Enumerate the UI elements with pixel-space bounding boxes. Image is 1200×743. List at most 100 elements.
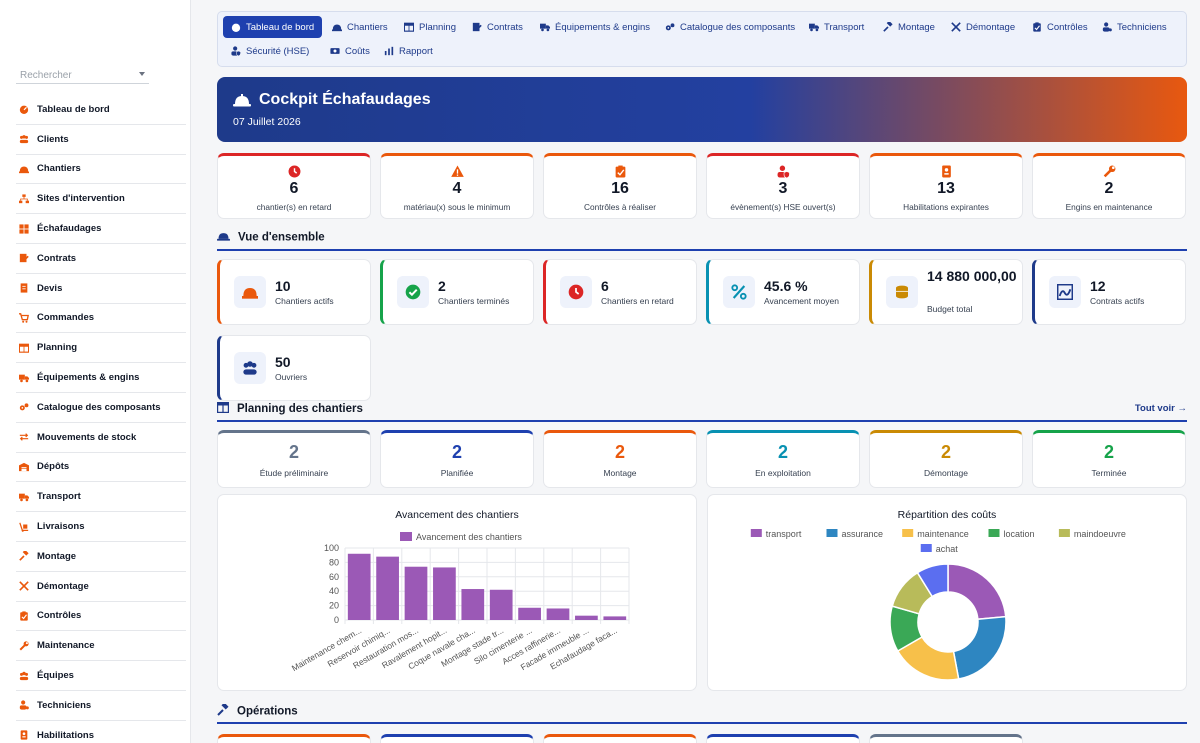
y-tick-label: 100: [324, 543, 339, 553]
planning-phase-card[interactable]: 2 En exploitation: [706, 430, 860, 488]
nav-tab-label: Transport: [824, 21, 865, 33]
y-tick-label: 40: [329, 586, 339, 596]
alert-card[interactable]: 2 Engins en maintenance: [1032, 153, 1186, 219]
legend-label: location: [1004, 529, 1035, 539]
people-icon: [19, 671, 29, 681]
stat-label: Chantiers actifs: [275, 296, 334, 306]
sidebar-item[interactable]: Équipements & engins: [16, 363, 186, 393]
legend-swatch: [920, 544, 932, 552]
alert-card[interactable]: 4 matériau(x) sous le minimum: [380, 153, 534, 219]
nav-tab[interactable]: Transport: [801, 16, 872, 38]
nav-tab[interactable]: Coûts: [322, 40, 378, 62]
money-icon: [330, 46, 340, 56]
alert-value: 16: [611, 180, 629, 197]
stat-label: Contrats actifs: [1090, 296, 1145, 306]
operation-card: [380, 734, 534, 743]
grid-icon: [19, 223, 29, 234]
cogs-icon: [19, 402, 29, 412]
sidebar-item[interactable]: Sites d'intervention: [16, 184, 186, 215]
sidebar-item[interactable]: Techniciens: [16, 691, 186, 721]
nav-tab[interactable]: Techniciens: [1094, 16, 1175, 38]
sidebar-item-label: Techniciens: [37, 699, 92, 711]
sidebar-item[interactable]: Maintenance: [16, 631, 186, 662]
nav-tab[interactable]: Contrôles: [1024, 16, 1096, 38]
sidebar-item[interactable]: Chantiers: [16, 155, 186, 185]
nav-tab-label: Équipements & engins: [555, 21, 651, 33]
phase-label: Étude préliminaire: [259, 468, 329, 478]
sidebar-item[interactable]: Mouvements de stock: [16, 423, 186, 453]
legend-label: transport: [766, 529, 802, 539]
alert-card[interactable]: 3 évènement(s) HSE ouvert(s): [706, 153, 860, 219]
sidebar-item[interactable]: Planning: [16, 333, 186, 364]
sidebar-item[interactable]: Tableau de bord: [16, 95, 186, 125]
alert-card[interactable]: 6 chantier(s) en retard: [217, 153, 371, 219]
sidebar-item[interactable]: Dépôts: [16, 453, 186, 483]
sitemap-icon: [19, 194, 29, 204]
nav-tab[interactable]: Planning: [396, 16, 464, 38]
nav-tab[interactable]: Contrats: [464, 16, 531, 38]
sidebar-item[interactable]: Commandes: [16, 304, 186, 334]
bar: [518, 607, 541, 620]
phase-count: 2: [1103, 442, 1114, 462]
sidebar-item-label: Transport: [37, 491, 81, 503]
planning-phase-card[interactable]: 2 Montage: [543, 430, 697, 488]
sidebar-item[interactable]: Habilitations: [16, 721, 186, 743]
alert-label: chantier(s) en retard: [256, 202, 332, 212]
sidebar-item[interactable]: Contrôles: [16, 602, 186, 632]
hammer-icon: [883, 22, 893, 32]
alert-card[interactable]: 16 Contrôles à réaliser: [543, 153, 697, 219]
overview-stat-card: 10 Chantiers actifs: [217, 259, 371, 325]
nav-tab[interactable]: Rapport: [376, 40, 441, 62]
truck-icon: [19, 373, 29, 383]
nav-tab[interactable]: Chantiers: [324, 16, 396, 38]
top-navigation: Tableau de bord Chantiers Planning Contrats…: [217, 11, 1187, 67]
wrench-icon: [1103, 165, 1116, 181]
nav-tab[interactable]: Équipements & engins: [532, 16, 658, 38]
planning-phase-card[interactable]: 2 Planifiée: [380, 430, 534, 488]
chevron-down-icon[interactable]: [139, 72, 145, 76]
cart-icon: [19, 313, 29, 323]
planning-phase-card[interactable]: 2 Terminée: [1032, 430, 1186, 488]
search-select[interactable]: Rechercher: [16, 66, 149, 84]
nav-tab[interactable]: Tableau de bord: [223, 16, 323, 38]
legend-label: maintenance: [917, 529, 969, 539]
sidebar-item[interactable]: Montage: [16, 542, 186, 572]
alert-card[interactable]: 13 Habilitations expirantes: [869, 153, 1023, 219]
sidebar-item[interactable]: Clients: [16, 125, 186, 155]
tools-icon: [19, 581, 29, 591]
bar: [603, 616, 627, 620]
phase-count: 2: [614, 442, 625, 462]
sidebar-item-label: Catalogue des composants: [37, 401, 161, 413]
bar: [376, 556, 399, 620]
stat-label: Chantiers en retard: [601, 296, 674, 306]
planning-phase-card[interactable]: 2 Démontage: [869, 430, 1023, 488]
clipboard-check-icon: [614, 165, 627, 181]
sidebar-item-label: Équipements & engins: [37, 372, 140, 384]
sidebar-item[interactable]: Démontage: [16, 572, 186, 602]
sidebar-item[interactable]: Échafaudages: [16, 214, 186, 244]
sidebar-item[interactable]: Livraisons: [16, 512, 186, 542]
nav-tab[interactable]: Démontage: [943, 16, 1023, 38]
nav-tab[interactable]: Sécurité (HSE): [223, 40, 317, 62]
phase-label: Terminée: [1091, 468, 1127, 478]
sidebar-item[interactable]: Catalogue des composants: [16, 393, 186, 423]
see-all-link[interactable]: Tout voir →: [1135, 403, 1187, 414]
alert-value: 6: [289, 180, 299, 197]
nav-tab[interactable]: Montage: [875, 16, 943, 38]
sidebar-item[interactable]: Devis: [16, 274, 186, 304]
sidebar-item[interactable]: Équipes: [16, 661, 186, 691]
sidebar-item[interactable]: Transport: [16, 482, 186, 513]
sidebar-item-label: Habilitations: [37, 729, 95, 741]
planning-phase-card[interactable]: 2 Étude préliminaire: [217, 430, 371, 488]
bar: [433, 567, 456, 620]
main-content: Tableau de bord Chantiers Planning Contrats…: [204, 0, 1200, 743]
section-title: Vue d'ensemble: [238, 231, 325, 244]
alert-value: 3: [778, 180, 788, 197]
nav-tab-label: Planning: [419, 21, 456, 33]
hero-banner: Cockpit Échafaudages 07 Juillet 2026: [217, 77, 1187, 142]
sidebar-item[interactable]: Contrats: [16, 244, 186, 274]
hardhat-icon: [217, 231, 230, 244]
warehouse-icon: [19, 462, 29, 472]
sidebar-item-label: Sites d'intervention: [37, 193, 125, 205]
nav-tab[interactable]: Catalogue des composants: [657, 16, 803, 38]
